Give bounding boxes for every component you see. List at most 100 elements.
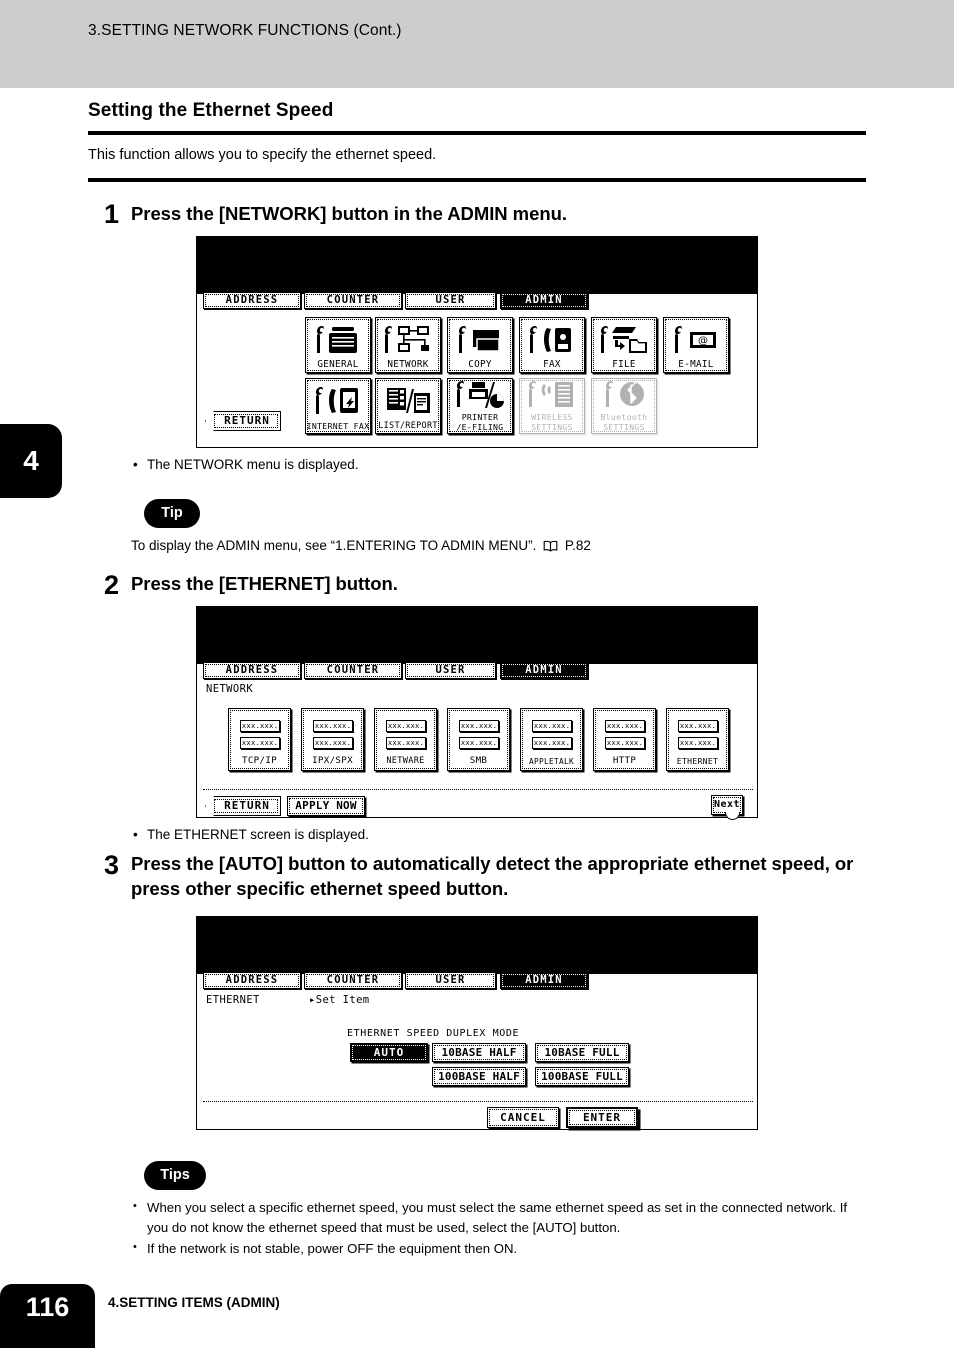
tab-counter[interactable]: COUNTER [304,972,402,989]
speed-option-100base-half[interactable]: 100BASE HALF [432,1067,526,1086]
network-button-http-label: HTTP [612,755,637,766]
return-button[interactable]: RETURN [205,411,281,431]
divider-top [88,131,866,135]
admin-button-printer-efiling[interactable]: PRINTER/E-FILING [447,378,513,434]
value-box: xxx.xxx. [240,720,280,732]
wrench-copier-icon [306,323,370,357]
admin-button-network[interactable]: NETWORK [375,317,441,373]
ethernet-speed-group-label: ETHERNET SPEED DUPLEX MODE [347,1028,520,1039]
ethernet-screen-screenshot: ADDRESS COUNTER USER ADMIN ETHERNET ▸Set… [196,916,758,1130]
step-2-text: Press the [ETHERNET] button. [131,573,398,594]
tab-admin[interactable]: ADMIN [500,662,588,679]
wrench-file-icon [592,323,656,357]
network-button-ipxspx-label: IPX/SPX [312,755,353,766]
tab-user[interactable]: USER [405,292,496,309]
admin-button-bluetooth-settings-label: Bluetooth SETTINGS [600,412,648,432]
network-button-tcpip[interactable]: xxx.xxx. xxx.xxx. TCP/IP [228,708,291,771]
panel-tab-row: ADDRESS COUNTER USER ADMIN [197,972,757,991]
page-curl-icon [725,812,740,820]
svg-text:@: @ [698,336,708,347]
footer-separator [203,789,753,790]
tips-list: When you select a specific ethernet spee… [131,1198,871,1260]
step-1-note: • The NETWORK menu is displayed. [133,457,359,472]
admin-button-list-report[interactable]: LIST/REPORT [375,378,441,434]
tips-badge: Tips [144,1161,206,1190]
panel-tab-row: ADDRESS COUNTER USER ADMIN [197,662,757,681]
admin-button-internet-fax-label: INTERNET FAX [306,421,370,431]
panel-topbar [197,607,757,664]
wrench-copy-icon [448,323,512,357]
admin-button-wireless-settings-label: WIRELESS SETTINGS [531,412,573,432]
network-button-ethernet[interactable]: xxx.xxx. xxx.xxx. ETHERNET [666,708,729,771]
wrench-bluetooth-icon [592,381,656,409]
return-button[interactable]: RETURN [205,796,281,816]
value-box: xxx.xxx. [532,720,572,732]
tab-address[interactable]: ADDRESS [203,972,301,989]
tab-user[interactable]: USER [405,662,496,679]
admin-button-copy-label: COPY [468,359,492,370]
admin-menu-screenshot: ADDRESS COUNTER USER ADMIN GENERAL NETWO… [196,236,758,448]
value-box: xxx.xxx. [532,737,572,749]
tab-address[interactable]: ADDRESS [203,292,301,309]
tip-badge: Tip [144,499,200,528]
step-1-number: 1 [104,199,120,229]
admin-button-list-report-label: LIST/REPORT [378,421,438,431]
value-box: xxx.xxx. [313,720,353,732]
tab-user[interactable]: USER [405,972,496,989]
admin-button-file-label: FILE [612,359,636,370]
divider-under-intro [88,178,866,182]
cancel-button[interactable]: CANCEL [487,1107,559,1128]
network-screen-title: NETWORK [206,683,254,695]
wrench-wireless-icon [520,381,584,409]
network-button-smb[interactable]: xxx.xxx. xxx.xxx. SMB [447,708,510,771]
apply-now-button[interactable]: APPLY NOW [287,796,365,816]
tab-counter[interactable]: COUNTER [304,662,402,679]
admin-button-email-label: E-MAIL [678,359,714,370]
speed-option-10base-half[interactable]: 10BASE HALF [432,1043,526,1062]
network-menu-screenshot: ADDRESS COUNTER USER ADMIN NETWORK xxx.x… [196,606,758,820]
speed-option-auto[interactable]: AUTO [350,1043,428,1062]
wrench-network-icon [376,323,440,357]
value-box: xxx.xxx. [605,720,645,732]
admin-button-wireless-settings: WIRELESS SETTINGS [519,378,585,434]
set-item-label: ▸Set Item [309,994,370,1006]
tab-admin[interactable]: ADMIN [500,292,588,309]
admin-button-network-label: NETWORK [387,359,429,370]
network-button-netware[interactable]: xxx.xxx. xxx.xxx. NETWARE [374,708,437,771]
enter-button[interactable]: ENTER [566,1107,638,1128]
network-button-ipxspx[interactable]: xxx.xxx. xxx.xxx. IPX/SPX [301,708,364,771]
admin-button-email[interactable]: @ E-MAIL [663,317,729,373]
value-box: xxx.xxx. [605,737,645,749]
footer-text: 4.SETTING ITEMS (ADMIN) [108,1295,280,1310]
speed-option-100base-full[interactable]: 100BASE FULL [535,1067,629,1086]
value-box: xxx.xxx. [678,720,718,732]
admin-button-fax-label: FAX [543,359,561,370]
page-number-tab: 116 [0,1284,95,1348]
step-3-number: 3 [104,850,120,880]
tab-counter[interactable]: COUNTER [304,292,402,309]
network-button-appletalk[interactable]: xxx.xxx. xxx.xxx. APPLETALK [520,708,583,771]
panel-topbar [197,237,757,294]
next-button[interactable]: Next [711,795,743,820]
network-button-ethernet-label: ETHERNET [676,756,719,766]
value-box: xxx.xxx. [240,737,280,749]
admin-button-general[interactable]: GENERAL [305,317,371,373]
step-2-number: 2 [104,570,120,600]
step-1-text: Press the [NETWORK] button in the ADMIN … [131,203,567,224]
admin-button-fax[interactable]: FAX [519,317,585,373]
list-report-icon [376,384,440,418]
value-box: xxx.xxx. [678,737,718,749]
admin-button-file[interactable]: FILE [591,317,657,373]
tab-address[interactable]: ADDRESS [203,662,301,679]
admin-button-copy[interactable]: COPY [447,317,513,373]
value-box: xxx.xxx. [386,720,426,732]
speed-option-10base-full[interactable]: 10BASE FULL [535,1043,629,1062]
chapter-number: 4 [23,445,39,476]
page-number: 116 [25,1292,70,1322]
admin-button-bluetooth-settings: Bluetooth SETTINGS [591,378,657,434]
admin-button-internet-fax[interactable]: INTERNET FAX [305,378,371,434]
tab-admin[interactable]: ADMIN [500,972,588,989]
network-button-http[interactable]: xxx.xxx. xxx.xxx. HTTP [593,708,656,771]
wrench-internetfax-icon [306,384,370,418]
section-intro: This function allows you to specify the … [88,147,437,163]
